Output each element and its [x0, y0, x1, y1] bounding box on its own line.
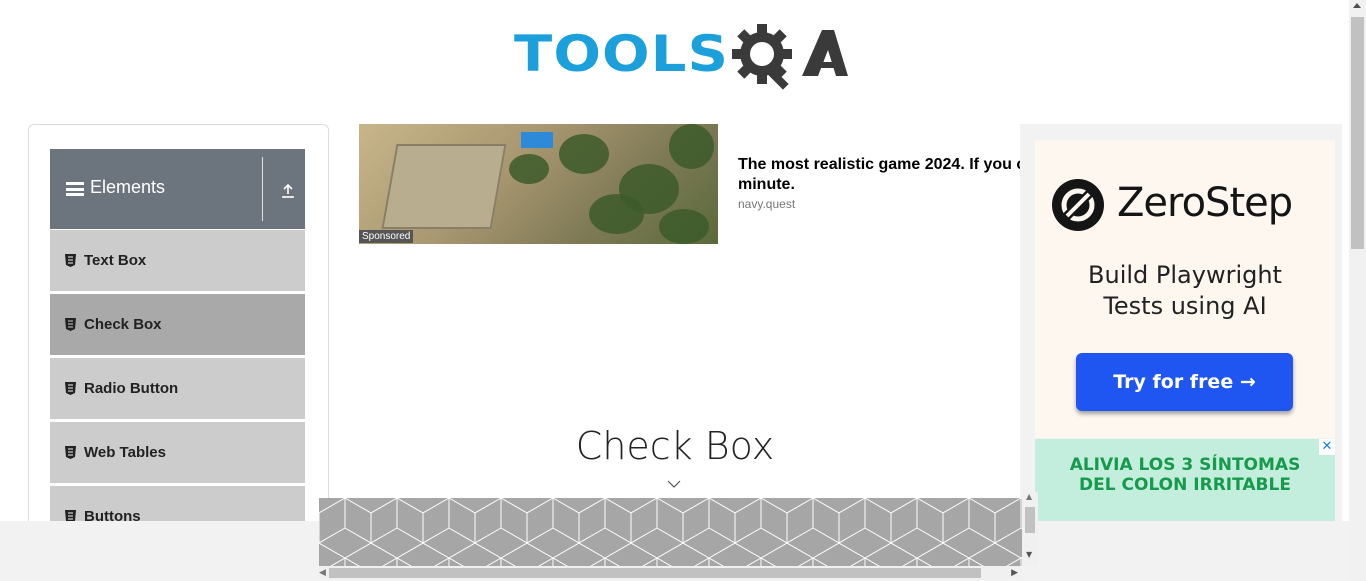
colon-ad-line2: DEL COLON IRRITABLE — [1079, 475, 1291, 495]
zerostep-subtitle-line2: Tests using AI — [1103, 292, 1267, 320]
sidebar-item-text-box[interactable]: Text Box — [50, 229, 305, 292]
sidebar-item-label: Radio Button — [84, 380, 179, 397]
sidebar-item-web-tables[interactable]: Web Tables — [50, 421, 305, 484]
sponsored-ad-image[interactable] — [359, 124, 718, 244]
site-logo[interactable]: TOOLS — [514, 16, 848, 92]
scroll-up-icon[interactable]: ▲ — [1026, 492, 1032, 501]
scroll-thumb[interactable] — [1025, 507, 1035, 533]
scroll-thumb[interactable] — [1351, 17, 1364, 249]
tank-bunker-image — [381, 144, 507, 229]
chevron-down-icon — [667, 480, 681, 488]
page-scrollbar[interactable] — [1349, 0, 1366, 581]
sidebar-item-label: Check Box — [84, 316, 162, 333]
ad-headline-line1: The most realistic game 2024. If you c — [738, 156, 1022, 173]
sponsored-label: Sponsored — [359, 230, 414, 243]
bottom-ad-pattern[interactable] — [319, 498, 1022, 566]
hex-pattern-image — [319, 498, 1022, 566]
sidebar-item-radio-button[interactable]: Radio Button — [50, 357, 305, 420]
zerostep-subtitle-line1: Build Playwright — [1088, 261, 1282, 289]
menu-icon — [66, 182, 84, 196]
zerostep-subtitle: Build Playwright Tests using AI — [1035, 260, 1335, 322]
scroll-down-icon[interactable]: ▼ — [1026, 550, 1032, 559]
sidebar-item-check-box[interactable]: Check Box — [50, 293, 305, 356]
ad-headline[interactable]: The most realistic game 2024. If you c m… — [738, 155, 1022, 195]
sidebar-item-label: Web Tables — [84, 444, 166, 461]
scroll-right-icon[interactable]: ▶ — [1011, 568, 1018, 578]
ad-source[interactable]: navy.quest — [738, 197, 795, 211]
zerostep-logo-icon — [1052, 179, 1104, 231]
ad-vertical-scrollbar[interactable]: ▲ ▼ — [1022, 492, 1038, 566]
page-title: Check Box — [575, 424, 775, 468]
sidebar-item-label: Text Box — [84, 252, 147, 269]
logo-tools-text: TOOLS — [514, 25, 730, 83]
zerostep-ad[interactable]: ZeroStep Build Playwright Tests using AI… — [1035, 140, 1335, 438]
colon-ad-line1: ALIVIA LOS 3 SÍNTOMAS — [1069, 455, 1301, 475]
scroll-up-icon[interactable] — [1353, 3, 1361, 8]
ad-horizontal-scrollbar[interactable]: ◀ ▶ — [319, 566, 1022, 580]
divider — [262, 157, 263, 221]
html5-icon — [65, 254, 76, 267]
colon-ad[interactable]: ALIVIA LOS 3 SÍNTOMAS DEL COLON IRRITABL… — [1035, 439, 1335, 524]
scroll-thumb[interactable] — [329, 568, 981, 578]
html5-icon — [65, 318, 76, 331]
flag-image — [521, 132, 553, 148]
zerostep-brand: ZeroStep — [1117, 180, 1293, 226]
colon-ad-text: ALIVIA LOS 3 SÍNTOMAS DEL COLON IRRITABL… — [1035, 455, 1335, 495]
elements-group-header[interactable]: Elements — [50, 149, 305, 229]
scroll-left-icon[interactable]: ◀ — [319, 568, 326, 578]
group-title: Elements — [90, 177, 166, 197]
html5-icon — [65, 446, 76, 459]
collapse-icon[interactable] — [280, 183, 296, 199]
close-icon[interactable]: ✕ — [1319, 439, 1335, 455]
html5-icon — [65, 382, 76, 395]
ad-headline-line2: minute. — [738, 176, 795, 193]
logo-qa-icon — [732, 24, 848, 90]
try-for-free-button[interactable]: Try for free → — [1076, 353, 1293, 411]
